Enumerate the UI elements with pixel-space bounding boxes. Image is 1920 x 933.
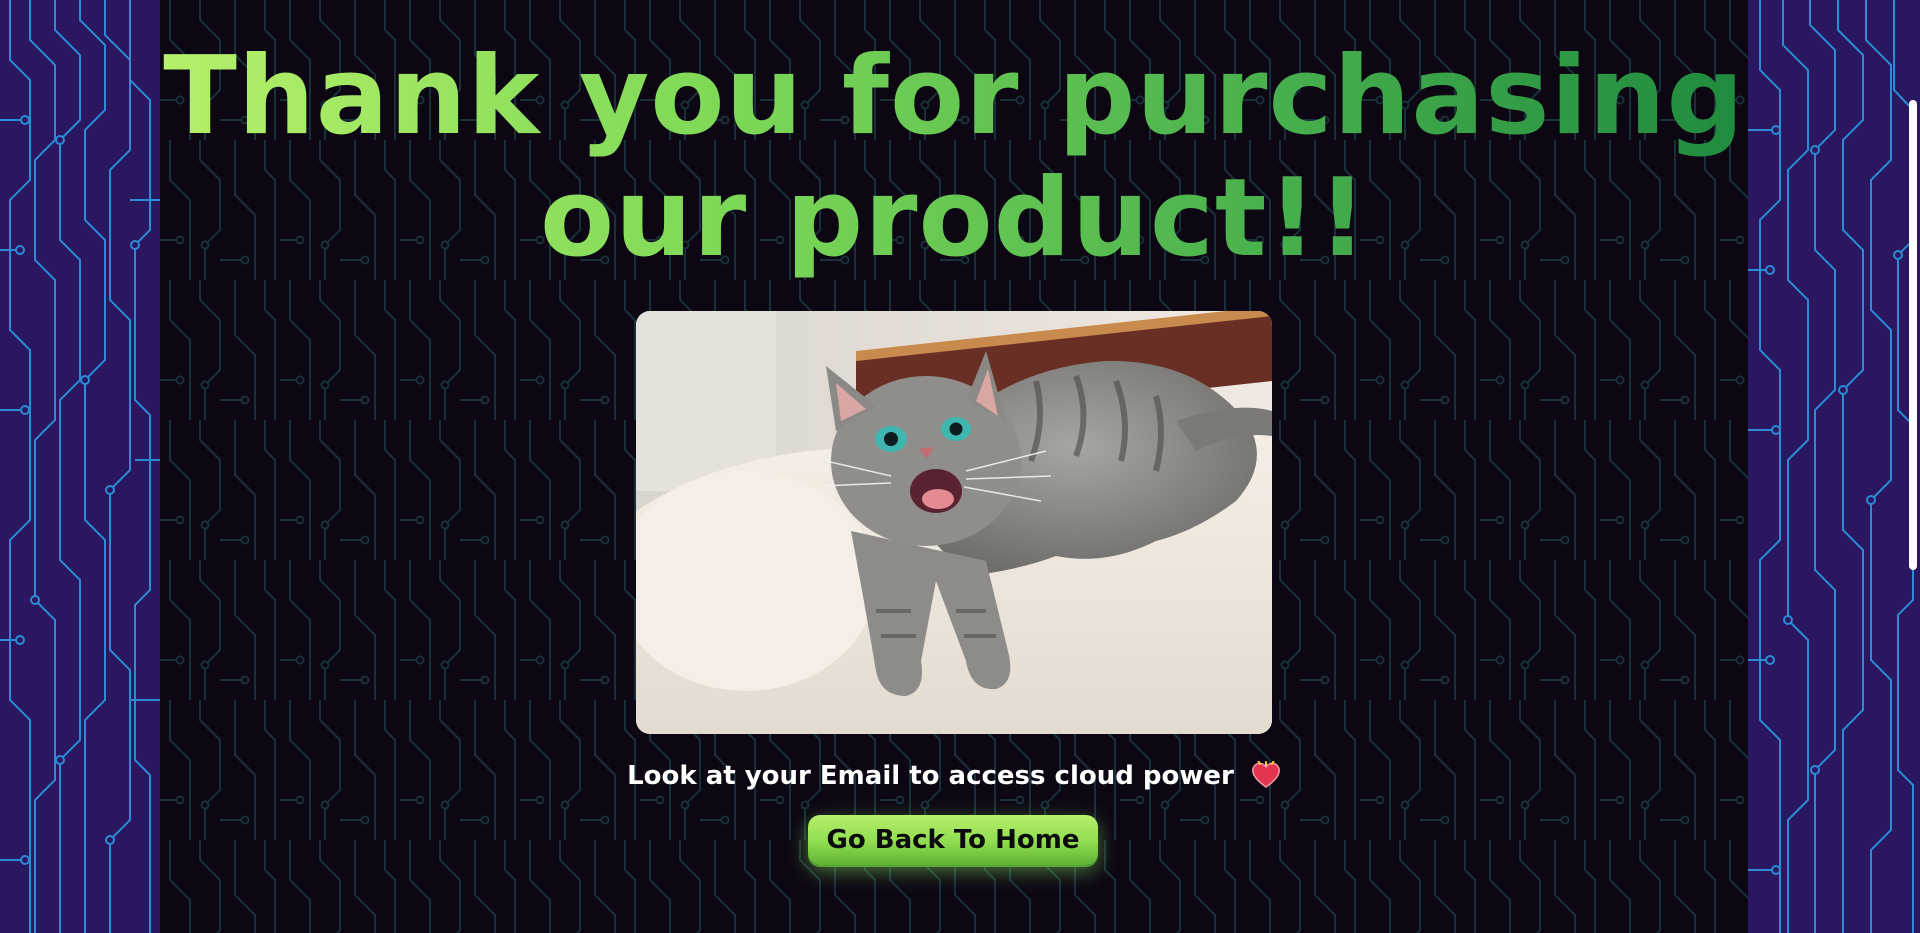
- circuit-background-left: [0, 0, 160, 933]
- email-note: Look at your Email to access cloud power: [160, 758, 1748, 794]
- go-back-home-button[interactable]: Go Back To Home: [808, 815, 1098, 865]
- scrollbar-thumb[interactable]: [1909, 100, 1917, 570]
- email-note-text: Look at your Email to access cloud power: [627, 761, 1234, 791]
- circuit-background-right: [1748, 0, 1920, 933]
- circuit-pattern-right: [1748, 0, 1914, 933]
- cat-photo: [636, 311, 1272, 734]
- circuit-pattern-left: [0, 0, 160, 933]
- thank-you-headline: Thank you for purchasing our product!!: [160, 36, 1748, 280]
- cat-photo-illustration: [636, 311, 1272, 734]
- main-content-panel: Thank you for purchasing our product!! L…: [160, 0, 1748, 933]
- heart-icon: [1251, 760, 1281, 789]
